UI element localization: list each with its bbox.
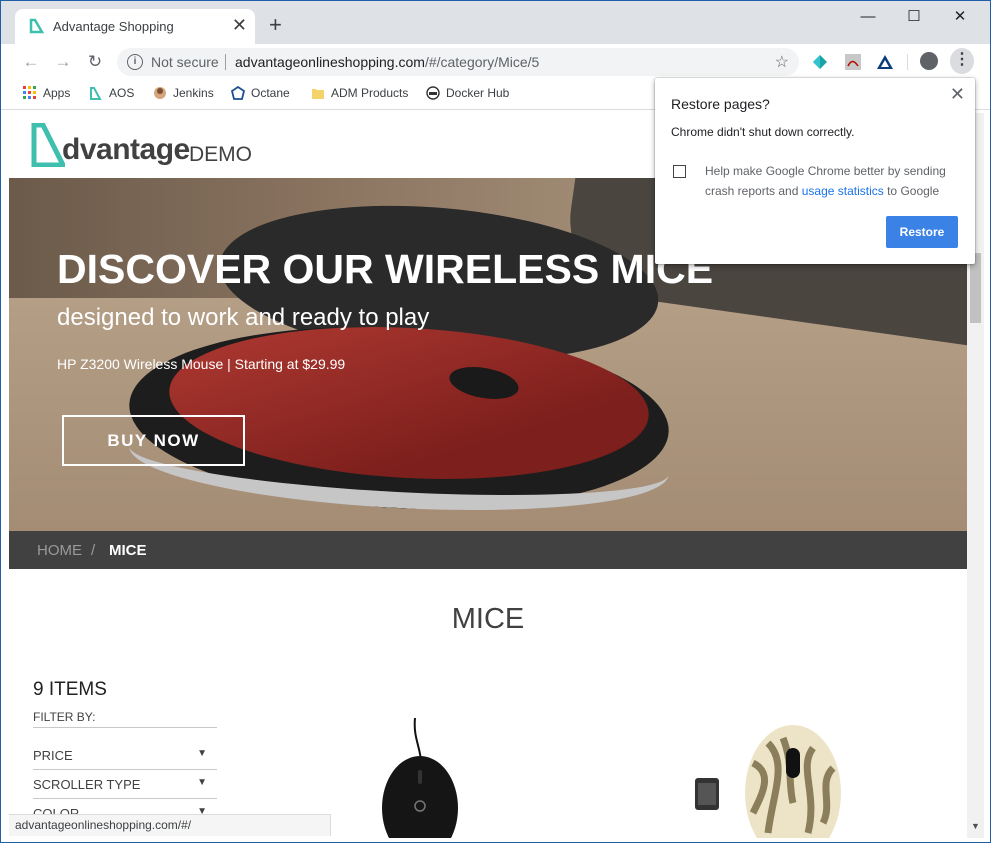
tab-close-icon[interactable]: ✕ (232, 15, 247, 35)
chevron-down-icon: ▼ (197, 748, 207, 759)
apps-grid-icon (23, 86, 36, 99)
filter-scroller-type[interactable]: SCROLLER TYPE ▼ (33, 777, 217, 792)
bookmark-label: Docker Hub (446, 86, 510, 100)
chevron-down-icon: ▼ (197, 777, 207, 788)
extension-diamond-icon[interactable] (811, 54, 829, 70)
octane-icon (231, 86, 245, 100)
omnibox-divider (225, 54, 226, 70)
maximize-button[interactable]: ☐ (899, 7, 929, 27)
browser-window: Advantage Shopping ✕ + — ☐ ✕ ← → ↻ i Not… (0, 0, 991, 843)
url-path: /#/category/Mice/5 (424, 54, 540, 70)
bookmark-docker-hub[interactable]: Docker Hub (426, 86, 509, 100)
aos-favicon-icon (29, 18, 45, 34)
bookmark-octane[interactable]: Octane (231, 86, 290, 100)
bookmark-jenkins[interactable]: Jenkins (153, 86, 214, 100)
info-icon[interactable]: i (127, 54, 143, 70)
scroll-down-arrow-icon[interactable]: ▼ (971, 821, 980, 831)
toolbar-divider (907, 54, 908, 70)
minimize-button[interactable]: — (853, 7, 883, 27)
breadcrumb-current: MICE (109, 542, 147, 559)
folder-icon (312, 89, 324, 99)
dialog-close-icon[interactable]: ✕ (950, 84, 965, 105)
extension-triangle-icon[interactable] (876, 54, 894, 70)
usage-statistics-link[interactable]: usage statistics (802, 184, 884, 198)
hero-subtitle: designed to work and ready to play (57, 304, 430, 331)
security-label[interactable]: Not secure (151, 54, 219, 70)
logo-demo: DEMO (189, 143, 252, 166)
hero-tagline: HP Z3200 Wireless Mouse | Starting at $2… (57, 356, 346, 372)
restore-pages-dialog: Restore pages? ✕ Chrome didn't shut down… (655, 78, 975, 264)
bookmark-label: Apps (43, 86, 71, 100)
chrome-menu-button[interactable]: ⋮ (950, 48, 974, 74)
address-bar[interactable]: i Not secure advantageonlineshopping.com… (117, 48, 799, 76)
filter-divider (33, 727, 217, 728)
forward-button[interactable]: → (52, 52, 74, 72)
product-image-hp-wired-mouse[interactable] (377, 718, 467, 838)
buy-now-button[interactable]: BUY NOW (62, 415, 245, 466)
tab-strip: Advantage Shopping ✕ + — ☐ ✕ (1, 1, 990, 44)
bookmark-label: ADM Products (331, 86, 409, 100)
tab-title: Advantage Shopping (53, 19, 174, 34)
advantage-logo-icon[interactable] (31, 123, 65, 167)
browser-toolbar: ← → ↻ i Not secure advantageonlineshoppi… (1, 44, 990, 80)
logo-text[interactable]: dvantage (62, 133, 190, 167)
bookmark-adm-products[interactable]: ADM Products (311, 86, 408, 100)
bookmark-aos[interactable]: AOS (89, 86, 134, 100)
filter-divider (33, 798, 217, 799)
bookmark-label: AOS (109, 86, 135, 100)
new-tab-button[interactable]: + (269, 13, 282, 37)
breadcrumb-home-link[interactable]: HOME (37, 542, 82, 559)
jenkins-icon (154, 87, 166, 99)
docker-icon (426, 86, 440, 100)
bookmark-apps[interactable]: Apps (23, 86, 70, 100)
url-text[interactable]: advantageonlineshopping.com/#/category/M… (235, 54, 539, 70)
filter-label: SCROLLER TYPE (33, 777, 141, 792)
crash-report-checkbox[interactable] (673, 165, 686, 178)
aos-icon (90, 87, 102, 100)
dialog-message: Chrome didn't shut down correctly. (671, 125, 855, 139)
filter-divider (33, 769, 217, 770)
items-count: 9 ITEMS (33, 679, 107, 700)
category-title: MICE (451, 603, 525, 635)
bookmark-star-icon[interactable]: ☆ (775, 52, 789, 72)
filter-by-label: FILTER BY: (33, 710, 96, 724)
filter-label: PRICE (33, 748, 73, 763)
restore-button[interactable]: Restore (886, 216, 958, 248)
help-text-end: to Google (883, 184, 940, 198)
status-bar-url: advantageonlineshopping.com/#/ (9, 814, 331, 836)
url-host: advantageonlineshopping.com (235, 54, 425, 70)
product-image-zebra-wireless-mouse[interactable] (693, 723, 863, 838)
tab-advantage-shopping[interactable]: Advantage Shopping ✕ (15, 9, 255, 44)
back-button[interactable]: ← (20, 52, 42, 72)
breadcrumb: HOME / MICE (9, 531, 967, 569)
filter-price[interactable]: PRICE ▼ (33, 748, 217, 763)
window-close-button[interactable]: ✕ (945, 7, 975, 27)
breadcrumb-separator: / (91, 542, 96, 559)
profile-avatar-icon[interactable] (920, 52, 938, 70)
reload-button[interactable]: ↻ (84, 52, 106, 72)
crash-report-label: Help make Google Chrome better by sendin… (705, 161, 965, 201)
bookmark-label: Jenkins (173, 86, 214, 100)
bookmark-label: Octane (251, 86, 290, 100)
hero-title: DISCOVER OUR WIRELESS MICE (57, 246, 714, 292)
pdf-extension-icon[interactable] (844, 54, 862, 70)
dialog-title: Restore pages? (671, 96, 770, 112)
